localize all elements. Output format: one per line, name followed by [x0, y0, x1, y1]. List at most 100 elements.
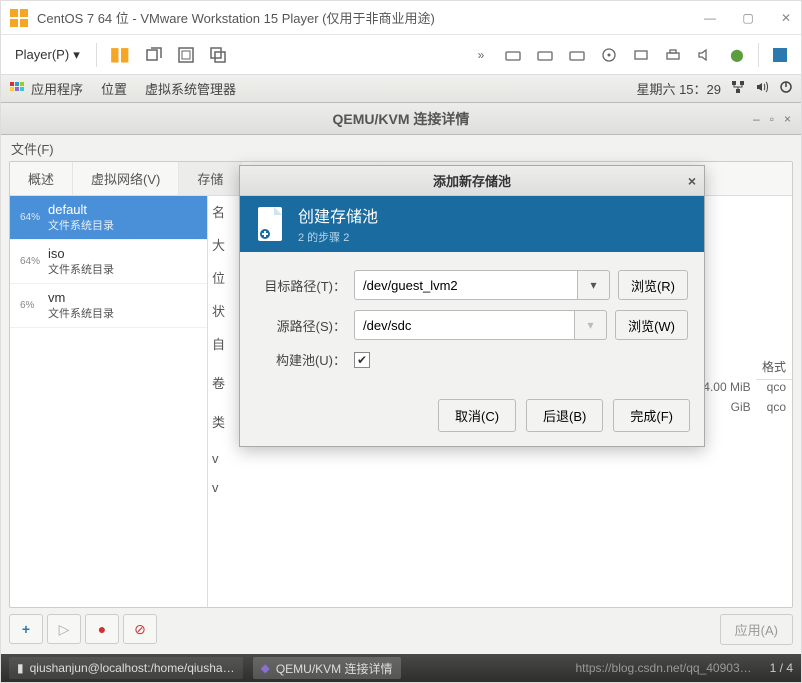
- target-path-row: 目标路径(T)： ▾ 浏览(R): [256, 270, 688, 300]
- pool-item-default[interactable]: 64% default 文件系统目录: [10, 196, 207, 240]
- network-status-icon[interactable]: [731, 80, 745, 97]
- clock-label[interactable]: 星期六 15：29: [636, 79, 721, 98]
- build-pool-row: 构建池(U)： ✔: [256, 350, 688, 369]
- send-ctrl-alt-del-icon[interactable]: [143, 44, 165, 66]
- pool-type: 文件系统目录: [48, 217, 114, 233]
- fullscreen-icon[interactable]: [175, 44, 197, 66]
- vmware-window-controls: — ▢ ✕: [703, 11, 793, 25]
- storage-pool-list: 64% default 文件系统目录 64% iso 文件系统目录 6%: [10, 196, 208, 607]
- apply-button[interactable]: 应用(A): [720, 614, 793, 645]
- start-pool-button[interactable]: ▷: [47, 614, 81, 644]
- tab-overview[interactable]: 概述: [10, 162, 73, 195]
- qemu-window-controls: – ▫ ×: [753, 112, 801, 126]
- browse-target-button[interactable]: 浏览(R): [618, 270, 688, 300]
- add-pool-button[interactable]: +: [9, 614, 43, 644]
- close-button[interactable]: ×: [784, 112, 791, 126]
- table-col0: 类: [212, 412, 228, 431]
- source-path-row: 源路径(S)： ▾ 浏览(W): [256, 310, 688, 340]
- volume-icon[interactable]: [755, 80, 769, 97]
- delete-pool-button[interactable]: ⊘: [123, 614, 157, 644]
- tab-storage[interactable]: 存储: [179, 162, 242, 195]
- tab-virtual-network[interactable]: 虚拟网络(V): [73, 162, 179, 195]
- workspace-pager[interactable]: 1 / 4: [770, 661, 793, 675]
- build-pool-label: 构建池(U)：: [256, 350, 346, 369]
- target-path-combo: ▾: [354, 270, 610, 300]
- dialog-step-label: 2 的步骤 2: [298, 229, 378, 245]
- network-adapter-icon[interactable]: [630, 44, 652, 66]
- vmware-logo-icon: [9, 8, 29, 28]
- virt-manager-menu[interactable]: 虚拟系统管理器: [145, 79, 236, 98]
- label-autostart: 自: [212, 334, 228, 353]
- dialog-body: 目标路径(T)： ▾ 浏览(R) 源路径(S)： ▾ 浏览(W) 构建池(U)：…: [240, 252, 704, 389]
- qemu-bottom-toolbar: + ▷ ● ⊘ 应用(A): [9, 612, 793, 646]
- pause-icon[interactable]: ▮▮: [109, 44, 131, 66]
- vol-prefix: v: [212, 480, 228, 495]
- dropdown-icon: ▾: [73, 47, 80, 63]
- qemu-title: QEMU/KVM 连接详情: [276, 660, 393, 677]
- disk3-icon[interactable]: [566, 44, 588, 66]
- pool-item-vm[interactable]: 6% vm 文件系统目录: [10, 284, 207, 328]
- applications-icon: [9, 81, 25, 97]
- file-menu[interactable]: 文件(F): [11, 139, 54, 158]
- source-path-combo: ▾: [354, 310, 607, 340]
- maximize-button[interactable]: ▫: [770, 112, 774, 126]
- taskbar-qemu[interactable]: ◆ QEMU/KVM 连接详情: [253, 657, 401, 679]
- dialog-titlebar: 添加新存储池 ×: [240, 166, 704, 196]
- label-state: 状: [212, 301, 228, 320]
- pool-usage: 64%: [20, 256, 42, 267]
- player-menu-label: Player(P): [15, 47, 69, 62]
- minimize-button[interactable]: –: [753, 112, 760, 126]
- qemu-menubar: 文件(F): [1, 135, 801, 161]
- power-icon[interactable]: [779, 80, 793, 97]
- qemu-window-title: QEMU/KVM 连接详情: [1, 109, 801, 129]
- table-peek: 4.00 MiBqco GiBqco: [703, 380, 792, 414]
- pool-item-iso[interactable]: 64% iso 文件系统目录: [10, 240, 207, 284]
- help-icon[interactable]: [769, 44, 791, 66]
- fmt-cell: qco: [767, 380, 786, 394]
- source-path-dropdown-icon[interactable]: ▾: [575, 310, 607, 340]
- fmt-cell: qco: [767, 400, 786, 414]
- minimize-button[interactable]: —: [703, 11, 717, 25]
- disk2-icon[interactable]: [534, 44, 556, 66]
- pool-name: vm: [48, 290, 114, 305]
- vmware-toolbar: Player(P) ▾ ▮▮ » ⬤: [1, 35, 801, 75]
- vol-prefix: v: [212, 451, 228, 466]
- target-path-input[interactable]: [354, 270, 578, 300]
- usb-icon[interactable]: ⬤: [726, 44, 748, 66]
- size-cell: 4.00 MiB: [703, 380, 750, 394]
- taskbar-terminal[interactable]: ▮ qiushanjun@localhost:/home/qiusha…: [9, 657, 243, 679]
- storage-pool-icon: [252, 204, 288, 244]
- back-button[interactable]: 后退(B): [526, 399, 603, 432]
- qemu-titlebar: QEMU/KVM 连接详情 – ▫ ×: [1, 103, 801, 135]
- toolbar-separator: [758, 43, 759, 67]
- vmware-window-title: CentOS 7 64 位 - VMware Workstation 15 Pl…: [37, 8, 703, 27]
- unity-icon[interactable]: [207, 44, 229, 66]
- sound-icon[interactable]: [694, 44, 716, 66]
- pool-usage: 64%: [20, 212, 42, 223]
- dialog-close-button[interactable]: ×: [688, 173, 696, 189]
- panel-right: 星期六 15：29: [636, 79, 793, 98]
- player-menu[interactable]: Player(P) ▾: [11, 45, 84, 65]
- vmware-titlebar: CentOS 7 64 位 - VMware Workstation 15 Pl…: [1, 1, 801, 35]
- target-path-dropdown-icon[interactable]: ▾: [578, 270, 610, 300]
- disk-icon[interactable]: [502, 44, 524, 66]
- network-icon[interactable]: »: [470, 44, 492, 66]
- applications-menu[interactable]: 应用程序: [31, 79, 83, 98]
- pool-type: 文件系统目录: [48, 261, 114, 277]
- source-path-input[interactable]: [354, 310, 575, 340]
- gnome-taskbar: ▮ qiushanjun@localhost:/home/qiusha… ◆ Q…: [1, 654, 801, 682]
- watermark-text: https://blog.csdn.net/qq_40903…: [576, 661, 752, 675]
- cd-icon[interactable]: [598, 44, 620, 66]
- finish-button[interactable]: 完成(F): [613, 399, 690, 432]
- maximize-button[interactable]: ▢: [741, 11, 755, 25]
- places-menu[interactable]: 位置: [101, 79, 127, 98]
- label-size: 大: [212, 235, 228, 254]
- cancel-button[interactable]: 取消(C): [438, 399, 516, 432]
- printer-icon[interactable]: [662, 44, 684, 66]
- close-button[interactable]: ✕: [779, 11, 793, 25]
- dialog-header: 创建存储池 2 的步骤 2: [240, 196, 704, 252]
- gnome-top-panel: 应用程序 位置 虚拟系统管理器 星期六 15：29: [1, 75, 801, 103]
- browse-source-button[interactable]: 浏览(W): [615, 310, 688, 340]
- stop-pool-button[interactable]: ●: [85, 614, 119, 644]
- build-pool-checkbox[interactable]: ✔: [354, 352, 370, 368]
